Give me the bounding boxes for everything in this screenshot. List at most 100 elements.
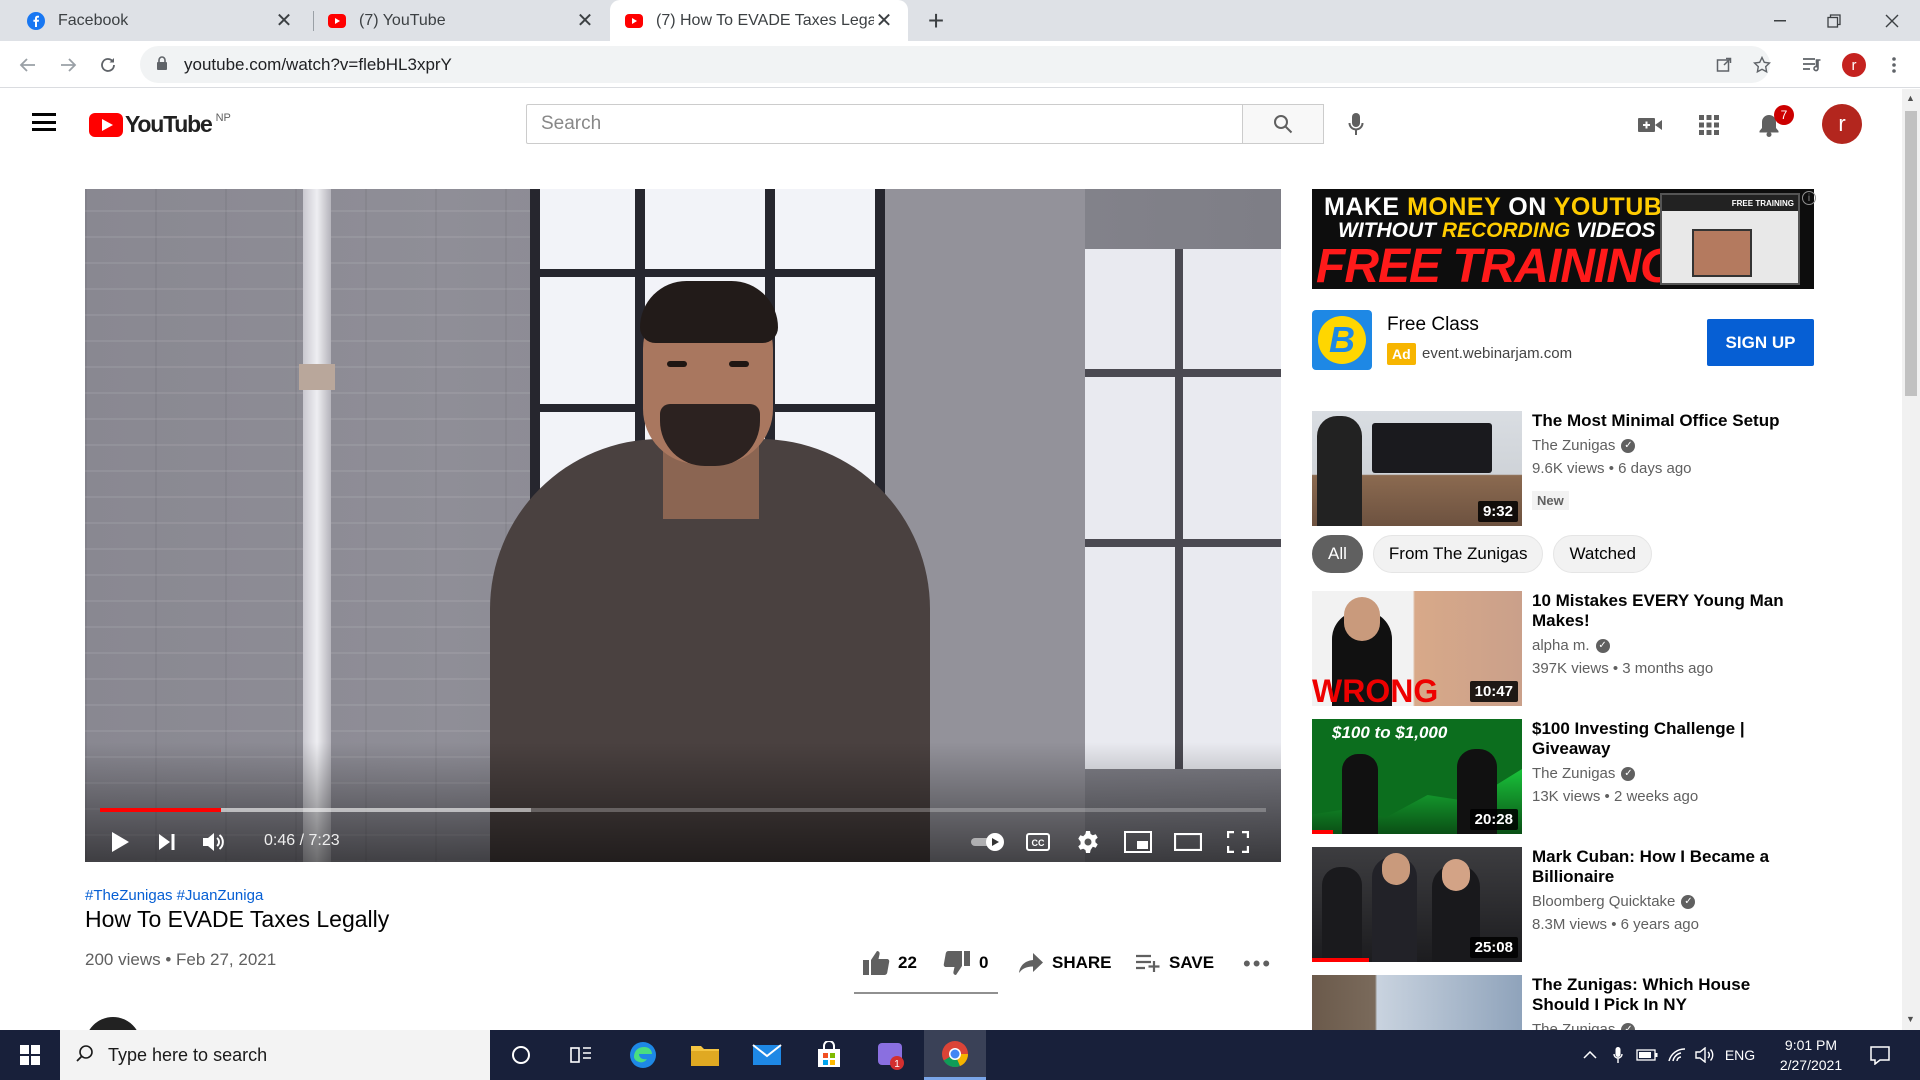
minimize-button[interactable] <box>1752 0 1808 41</box>
tab-title: Facebook <box>58 11 129 29</box>
recommended-video[interactable]: WRONG 10:47 10 Mistakes EVERY Young Man … <box>1312 591 1822 706</box>
tab-title: (7) YouTube <box>359 11 446 29</box>
edge-browser-icon[interactable] <box>612 1030 674 1080</box>
video-thumbnail[interactable] <box>1312 975 1522 1030</box>
subtitles-button[interactable]: CC <box>1020 824 1056 860</box>
hashtag-link[interactable]: #JuanZuniga <box>177 887 264 904</box>
wifi-icon[interactable] <box>1664 1030 1690 1080</box>
close-tab-icon[interactable]: ✕ <box>575 10 595 32</box>
account-avatar[interactable]: r <box>1822 104 1862 144</box>
recommended-video[interactable]: The Zunigas: Which House Should I Pick I… <box>1312 975 1822 1030</box>
recommended-title[interactable]: The Zunigas: Which House Should I Pick I… <box>1532 975 1812 1015</box>
url-bar[interactable]: youtube.com/watch?v=flebHL3xprY <box>140 46 1770 83</box>
taskbar-search-input[interactable]: Type here to search <box>60 1030 490 1080</box>
recommended-video[interactable]: 9:32 The Most Minimal Office Setup The Z… <box>1312 411 1822 526</box>
tab-youtube[interactable]: (7) YouTube ✕ <box>313 0 609 41</box>
search-button[interactable] <box>1243 104 1324 144</box>
dislike-button[interactable]: 0 <box>943 948 988 978</box>
guide-menu-icon[interactable] <box>32 113 56 131</box>
mail-icon[interactable] <box>736 1030 798 1080</box>
input-language[interactable]: ENG <box>1722 1030 1758 1080</box>
start-button[interactable] <box>0 1030 60 1080</box>
recommended-title[interactable]: 10 Mistakes EVERY Young Man Makes! <box>1532 591 1812 631</box>
search-input[interactable]: Search <box>526 104 1243 144</box>
channel-name[interactable]: Bloomberg Quicktake ✓ <box>1532 893 1696 910</box>
scrollbar-thumb[interactable] <box>1905 111 1917 396</box>
next-button[interactable] <box>149 824 185 860</box>
channel-name[interactable]: The Zunigas ✓ <box>1532 437 1636 454</box>
share-button[interactable]: SHARE <box>1018 948 1112 978</box>
ad-info-icon[interactable]: i <box>1802 191 1816 205</box>
recommended-title[interactable]: The Most Minimal Office Setup <box>1532 411 1812 431</box>
close-window-button[interactable] <box>1864 0 1920 41</box>
miniplayer-button[interactable] <box>1120 824 1156 860</box>
seek-bar[interactable] <box>100 808 1266 812</box>
hashtag-link[interactable]: #TheZunigas <box>85 887 173 904</box>
tab-current-video[interactable]: (7) How To EVADE Taxes Legally - ✕ <box>610 0 908 41</box>
autoplay-toggle[interactable] <box>967 824 1011 860</box>
scroll-down-arrow-icon[interactable]: ▼ <box>1906 1014 1916 1024</box>
recommended-title[interactable]: Mark Cuban: How I Became a Billionaire <box>1532 847 1812 887</box>
channel-name[interactable]: The Zunigas ✓ <box>1532 765 1636 782</box>
like-button[interactable]: 22 <box>862 948 917 978</box>
mute-button[interactable] <box>196 824 232 860</box>
file-explorer-icon[interactable] <box>674 1030 736 1080</box>
cortana-icon[interactable] <box>490 1030 552 1080</box>
recommended-video[interactable]: 25:08 Mark Cuban: How I Became a Billion… <box>1312 847 1822 962</box>
video-player[interactable]: 0:46 / 7:23 CC <box>85 189 1281 862</box>
close-tab-icon[interactable]: ✕ <box>274 10 294 32</box>
back-button[interactable] <box>12 49 44 81</box>
chip-all[interactable]: All <box>1312 535 1363 573</box>
system-clock[interactable]: 9:01 PM 2/27/2021 <box>1760 1035 1862 1075</box>
bookmark-star-icon[interactable] <box>1750 53 1774 77</box>
video-thumbnail[interactable]: 9:32 <box>1312 411 1522 526</box>
close-tab-icon[interactable]: ✕ <box>874 10 894 32</box>
advertiser-logo[interactable]: B <box>1312 310 1372 370</box>
apps-grid-icon[interactable] <box>1693 109 1725 141</box>
browser-profile-avatar[interactable]: r <box>1842 53 1866 77</box>
windows-logo-icon <box>20 1045 40 1065</box>
open-in-app-icon[interactable] <box>1712 53 1736 77</box>
tab-facebook[interactable]: Facebook ✕ <box>12 0 308 41</box>
reload-button[interactable] <box>92 49 124 81</box>
ad-sign-up-button[interactable]: SIGN UP <box>1707 319 1814 366</box>
ad-banner-image[interactable]: MAKE MONEY ON YOUTUBE WITHOUT RECORDING … <box>1312 189 1814 289</box>
media-queue-icon[interactable] <box>1800 53 1824 77</box>
play-button[interactable] <box>102 824 138 860</box>
theater-mode-button[interactable] <box>1170 824 1206 860</box>
chip-watched[interactable]: Watched <box>1553 535 1652 573</box>
video-thumbnail[interactable]: 25:08 <box>1312 847 1522 962</box>
forward-button[interactable] <box>52 49 84 81</box>
more-actions-icon[interactable]: ••• <box>1243 951 1272 977</box>
store-icon[interactable] <box>798 1030 860 1080</box>
ad-title[interactable]: Free Class <box>1387 314 1479 336</box>
page-scrollbar[interactable]: ▲ ▼ <box>1902 89 1920 1030</box>
show-hidden-icons-chevron-icon[interactable] <box>1578 1030 1602 1080</box>
duration-badge: 25:08 <box>1469 937 1518 958</box>
restore-button[interactable] <box>1806 0 1862 41</box>
recommended-video[interactable]: $100 to $1,000 20:28 $100 Investing Chal… <box>1312 719 1822 834</box>
settings-button[interactable] <box>1070 824 1106 860</box>
scroll-up-arrow-icon[interactable]: ▲ <box>1906 93 1916 103</box>
task-view-icon[interactable] <box>550 1030 612 1080</box>
recommended-title[interactable]: $100 Investing Challenge | Giveaway <box>1532 719 1812 759</box>
video-thumbnail[interactable]: WRONG 10:47 <box>1312 591 1522 706</box>
browser-menu-icon[interactable] <box>1882 53 1906 77</box>
channel-name[interactable]: The Zunigas ✓ <box>1532 1021 1636 1030</box>
youtube-logo[interactable]: YouTube NP <box>89 111 231 138</box>
messenger-app-icon[interactable]: 1 <box>860 1030 922 1080</box>
microphone-tray-icon[interactable] <box>1606 1030 1630 1080</box>
chip-from-channel[interactable]: From The Zunigas <box>1372 535 1544 573</box>
voice-search-icon[interactable] <box>1340 108 1372 140</box>
save-button[interactable]: SAVE <box>1135 948 1214 978</box>
chrome-icon[interactable] <box>924 1030 986 1080</box>
create-video-icon[interactable] <box>1634 109 1666 141</box>
video-thumbnail[interactable]: $100 to $1,000 20:28 <box>1312 719 1522 834</box>
video-meta: 13K views • 2 weeks ago <box>1532 788 1699 805</box>
action-center-icon[interactable] <box>1860 1030 1900 1080</box>
battery-icon[interactable] <box>1634 1030 1660 1080</box>
speaker-volume-icon[interactable] <box>1692 1030 1718 1080</box>
new-tab-button[interactable]: + <box>921 5 951 36</box>
fullscreen-button[interactable] <box>1220 824 1256 860</box>
channel-name[interactable]: alpha m. ✓ <box>1532 637 1610 654</box>
